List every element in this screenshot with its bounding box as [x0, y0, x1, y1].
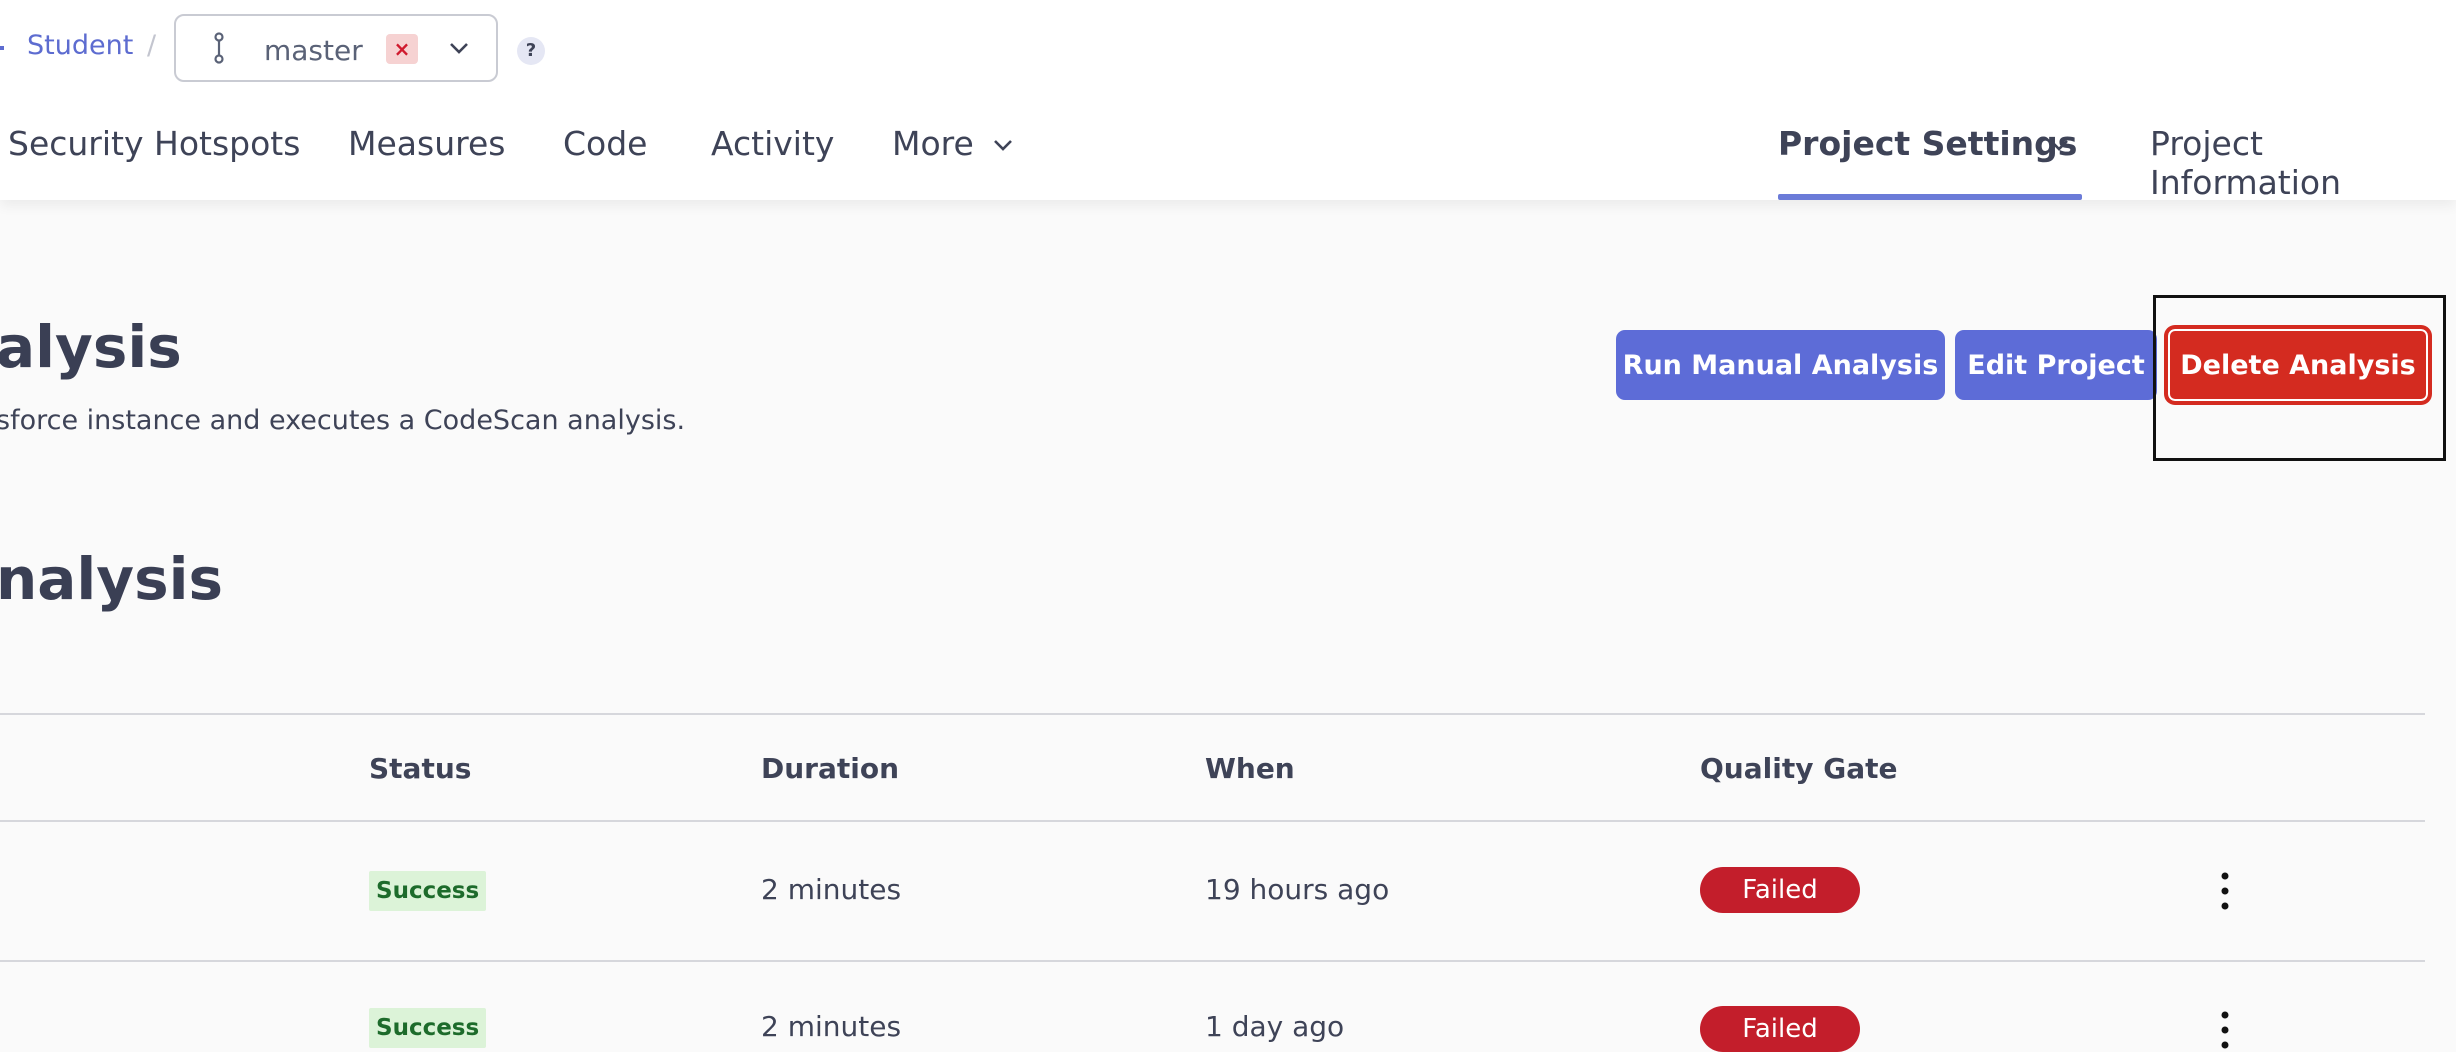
nav-measures[interactable]: Measures — [348, 124, 505, 163]
branch-remove-button[interactable]: × — [386, 34, 418, 64]
nav-security-hotspots[interactable]: Security Hotspots — [8, 124, 300, 163]
when-cell: 19 hours ago — [1205, 873, 1390, 906]
status-badge: Success — [369, 1008, 487, 1048]
more-actions-icon[interactable] — [2213, 871, 2237, 911]
branch-icon — [214, 32, 224, 64]
quality-gate-badge: Failed — [1700, 1006, 1860, 1052]
nav-project-settings[interactable]: Project Settings — [1778, 124, 2077, 163]
top-header: Student / master × ? Security Hotspots M… — [0, 0, 2456, 202]
quality-gate-badge: Failed — [1700, 867, 1860, 913]
table-top-border — [0, 713, 2425, 715]
duration-cell: 2 minutes — [761, 873, 902, 906]
more-chevron-icon[interactable] — [991, 137, 1015, 153]
when-cell: 1 day ago — [1205, 1010, 1345, 1043]
row-divider — [0, 960, 2425, 962]
nav-activity[interactable]: Activity — [711, 124, 834, 163]
edit-project-button[interactable]: Edit Project — [1955, 330, 2157, 400]
branch-name: master — [264, 34, 363, 67]
column-header-duration: Duration — [761, 752, 900, 785]
breadcrumb-edge — [0, 46, 4, 50]
chevron-down-icon[interactable] — [448, 40, 470, 56]
more-actions-icon[interactable] — [2213, 1010, 2237, 1050]
duration-cell: 2 minutes — [761, 1010, 902, 1043]
nav-project-information[interactable]: Project Information — [2150, 124, 2456, 202]
column-header-when: When — [1205, 752, 1295, 785]
page-description: sforce instance and executes a CodeScan … — [0, 405, 686, 436]
nav-more[interactable]: More — [892, 124, 974, 163]
run-manual-analysis-button[interactable]: Run Manual Analysis — [1616, 330, 1945, 400]
breadcrumb-project-link[interactable]: Student — [27, 30, 133, 61]
status-badge: Success — [369, 871, 487, 911]
header-row-border — [0, 820, 2425, 822]
highlight-box — [2153, 295, 2446, 461]
help-icon[interactable]: ? — [517, 37, 545, 65]
active-tab-indicator — [1778, 194, 2082, 200]
column-header-quality-gate: Quality Gate — [1700, 752, 1898, 785]
section-title: nalysis — [0, 545, 224, 613]
project-settings-chevron-icon[interactable] — [2047, 137, 2071, 153]
nav-code[interactable]: Code — [563, 124, 647, 163]
breadcrumb-separator: / — [147, 30, 157, 61]
page-title: alysis — [0, 313, 182, 381]
branch-selector[interactable]: master × — [174, 14, 498, 82]
column-header-status: Status — [369, 752, 472, 785]
